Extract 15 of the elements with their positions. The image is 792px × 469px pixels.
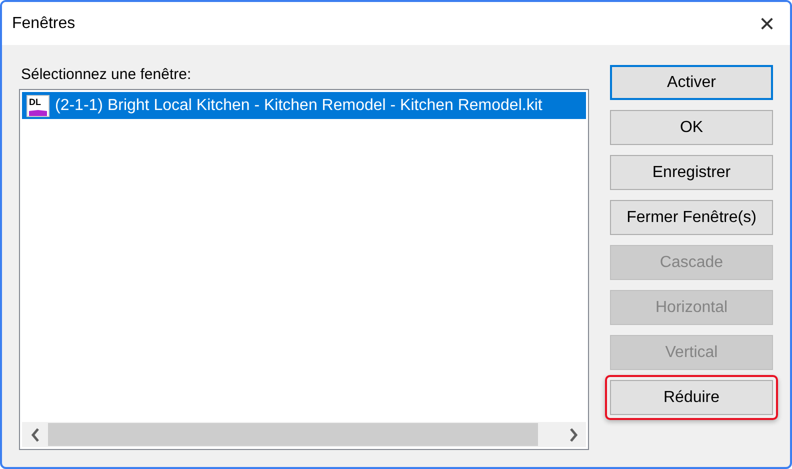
list-label: Sélectionnez une fenêtre:: [21, 65, 192, 85]
window-list[interactable]: DL (2-1-1) Bright Local Kitchen - Kitchen Remodel - Kitchen Remodel.kit: [19, 89, 589, 450]
dialog-button[interactable]: OK: [610, 110, 773, 145]
dialog-button[interactable]: Réduire: [610, 380, 773, 415]
close-button[interactable]: ✕: [744, 2, 790, 45]
list-item[interactable]: DL (2-1-1) Bright Local Kitchen - Kitchen Remodel - Kitchen Remodel.kit: [22, 92, 586, 119]
dialog-button[interactable]: Fermer Fenêtre(s): [610, 200, 773, 235]
dialog-button[interactable]: Activer: [610, 65, 773, 100]
window-title: Fenêtres: [12, 14, 76, 32]
horizontal-scrollbar[interactable]: [22, 422, 586, 447]
scroll-right-icon[interactable]: [568, 428, 578, 442]
document-icon: DL: [26, 94, 51, 116]
scrollbar-thumb[interactable]: [48, 423, 538, 446]
scroll-left-icon[interactable]: [30, 428, 40, 442]
dialog-button[interactable]: Enregistrer: [610, 155, 773, 190]
